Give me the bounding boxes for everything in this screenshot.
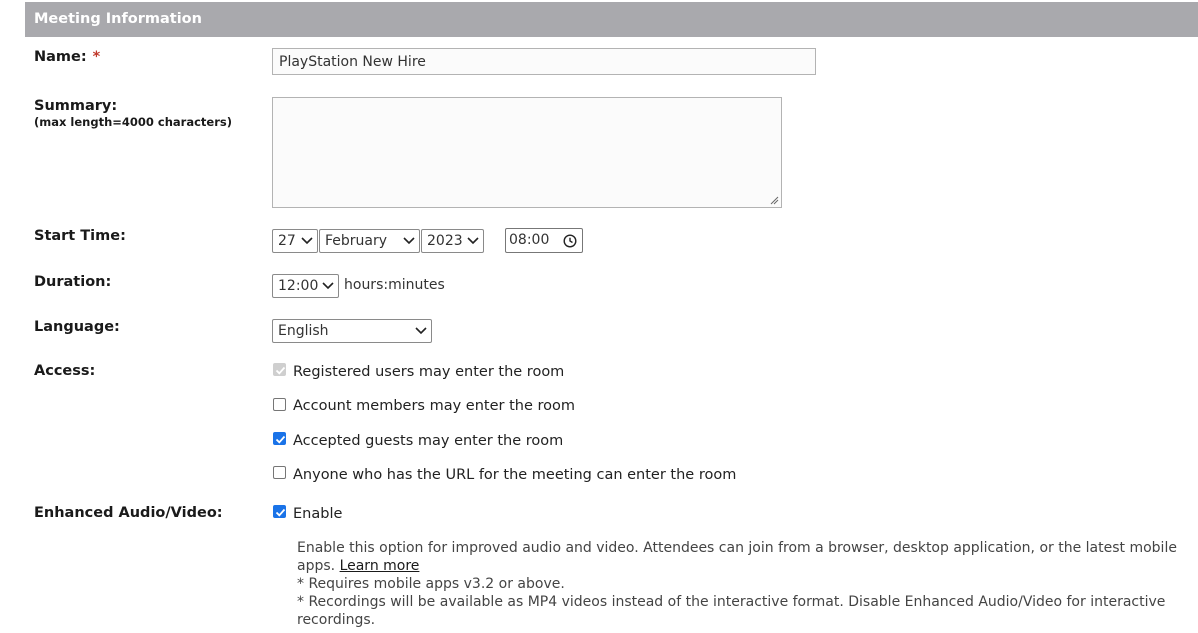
- chevron-down-icon: [322, 282, 334, 290]
- enhanced-av-help-text: Enable this option for improved audio an…: [297, 540, 1177, 574]
- checkmark-icon: [275, 435, 286, 444]
- clock-icon[interactable]: [563, 234, 577, 248]
- duration-select[interactable]: 12:00: [272, 274, 339, 298]
- checkmark-icon: [275, 366, 286, 375]
- name-input[interactable]: PlayStation New Hire: [272, 48, 816, 75]
- required-marker: *: [92, 49, 101, 65]
- start-day-value: 27: [278, 233, 296, 249]
- access-anyone-label[interactable]: Anyone who has the URL for the meeting c…: [293, 467, 736, 483]
- duration-label: Duration:: [34, 274, 112, 290]
- language-value: English: [278, 323, 329, 339]
- name-label-row: Name: *: [34, 49, 100, 65]
- start-month-select[interactable]: February: [319, 229, 420, 253]
- enhanced-av-enable-label[interactable]: Enable: [293, 506, 342, 522]
- language-select[interactable]: English: [272, 319, 432, 343]
- learn-more-link[interactable]: Learn more: [340, 558, 420, 574]
- chevron-down-icon: [415, 327, 427, 335]
- access-members-checkbox[interactable]: [273, 398, 286, 411]
- resize-grip-icon[interactable]: [770, 196, 779, 205]
- start-minute-value[interactable]: 00: [532, 232, 550, 248]
- enhanced-av-label: Enhanced Audio/Video:: [34, 505, 223, 521]
- chevron-down-icon: [403, 237, 415, 245]
- access-anyone-checkbox[interactable]: [273, 466, 286, 479]
- start-year-value: 2023: [427, 233, 463, 249]
- chevron-down-icon: [467, 237, 479, 245]
- section-header: Meeting Information: [25, 2, 1198, 37]
- enhanced-av-note-1: * Requires mobile apps v3.2 or above.: [297, 576, 565, 592]
- start-time-input[interactable]: 08:00: [505, 228, 583, 253]
- duration-value: 12:00: [278, 278, 319, 294]
- start-month-value: February: [325, 233, 388, 249]
- access-label: Access:: [34, 363, 96, 379]
- access-guests-checkbox[interactable]: [273, 432, 286, 445]
- summary-sublabel: (max length=4000 characters): [34, 115, 232, 129]
- enhanced-av-checkbox[interactable]: [273, 505, 286, 518]
- enhanced-av-help: Enable this option for improved audio an…: [297, 539, 1192, 575]
- summary-label: Summary:: [34, 98, 118, 114]
- access-registered-label: Registered users may enter the room: [293, 364, 565, 380]
- start-day-select[interactable]: 27: [272, 229, 318, 253]
- start-hour-value[interactable]: 08: [509, 232, 527, 248]
- duration-unit: hours:minutes: [344, 277, 445, 293]
- access-members-label[interactable]: Account members may enter the room: [293, 398, 575, 414]
- enhanced-av-note-2: * Recordings will be available as MP4 vi…: [297, 594, 1166, 628]
- access-registered-checkbox: [273, 363, 286, 376]
- chevron-down-icon: [301, 237, 313, 245]
- language-label: Language:: [34, 319, 120, 335]
- start-time-label: Start Time:: [34, 228, 126, 244]
- name-label: Name:: [34, 49, 87, 65]
- start-year-select[interactable]: 2023: [421, 229, 484, 253]
- summary-textarea[interactable]: [272, 97, 782, 208]
- checkmark-icon: [275, 508, 286, 517]
- access-guests-label[interactable]: Accepted guests may enter the room: [293, 433, 563, 449]
